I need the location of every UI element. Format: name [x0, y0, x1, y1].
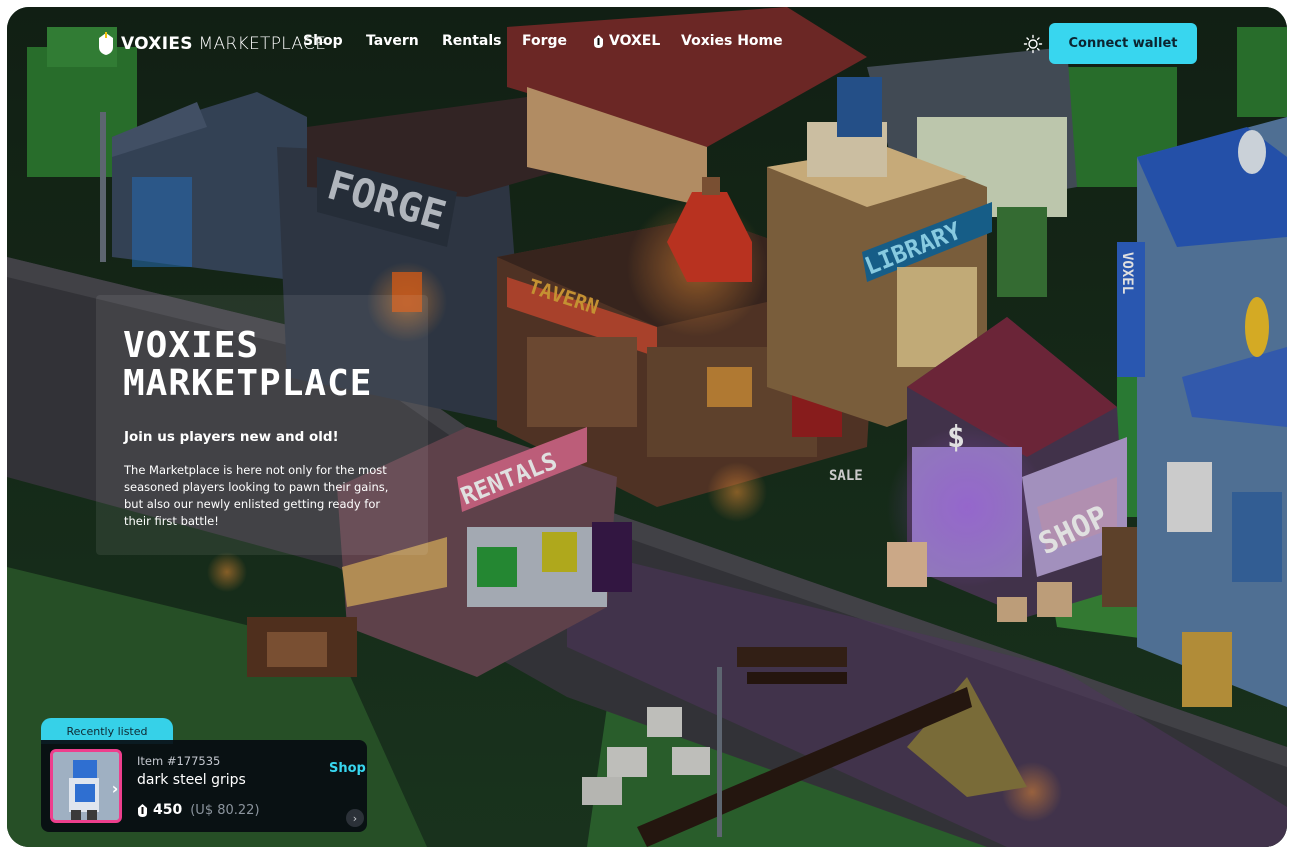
- voxel-token-icon: [138, 803, 147, 817]
- item-price-usd: (U$ 80.22): [190, 802, 260, 818]
- item-name: dark steel grips: [137, 772, 246, 788]
- sun-icon[interactable]: [1023, 34, 1043, 54]
- item-thumbnail[interactable]: ›: [50, 749, 122, 823]
- brand-name: VOXIES MARKETPLACE: [121, 34, 326, 54]
- price-row: 450 (U$ 80.22): [137, 802, 260, 818]
- brand-logo[interactable]: VOXIES MARKETPLACE: [97, 29, 326, 59]
- nav-link-voxies-home[interactable]: Voxies Home: [681, 33, 783, 49]
- hero-title-line1: VOXIES: [123, 325, 260, 366]
- recently-listed-card[interactable]: › Item #177535 dark steel grips Shop 450…: [41, 740, 367, 832]
- hero-title-line2: MARKETPLACE: [123, 363, 373, 404]
- hero-body: The Marketplace is here not only for the…: [124, 463, 389, 528]
- brand-name-bold: VOXIES: [121, 34, 193, 54]
- hero-title: VOXIES MARKETPLACE: [123, 327, 372, 403]
- item-shop-link[interactable]: Shop: [329, 761, 366, 776]
- hero-subtitle: Join us players new and old!: [124, 429, 339, 445]
- chevron-right-icon[interactable]: ›: [346, 809, 364, 827]
- nav-link-shop[interactable]: Shop: [303, 33, 343, 49]
- connect-wallet-button[interactable]: Connect wallet: [1049, 23, 1197, 64]
- nav-link-rentals[interactable]: Rentals: [442, 33, 502, 49]
- chevron-right-icon[interactable]: ›: [105, 779, 119, 799]
- app-frame: FORGE TAVERN LIBRARY RENTALS SHOP SALE V…: [7, 7, 1287, 847]
- nav-link-voxel-label: VOXEL: [609, 33, 661, 49]
- voxies-logo-icon: [99, 32, 113, 55]
- item-id: Item #177535: [137, 754, 221, 768]
- item-price: 450: [153, 802, 183, 818]
- nav-link-forge[interactable]: Forge: [522, 33, 567, 49]
- nav-link-voxel[interactable]: VOXEL: [593, 33, 660, 49]
- hero-panel: VOXIES MARKETPLACE Join us players new a…: [96, 295, 428, 555]
- top-nav: VOXIES MARKETPLACE Shop Tavern Rentals F…: [7, 7, 1287, 87]
- voxel-token-icon: [594, 34, 603, 48]
- nav-link-tavern[interactable]: Tavern: [366, 33, 419, 49]
